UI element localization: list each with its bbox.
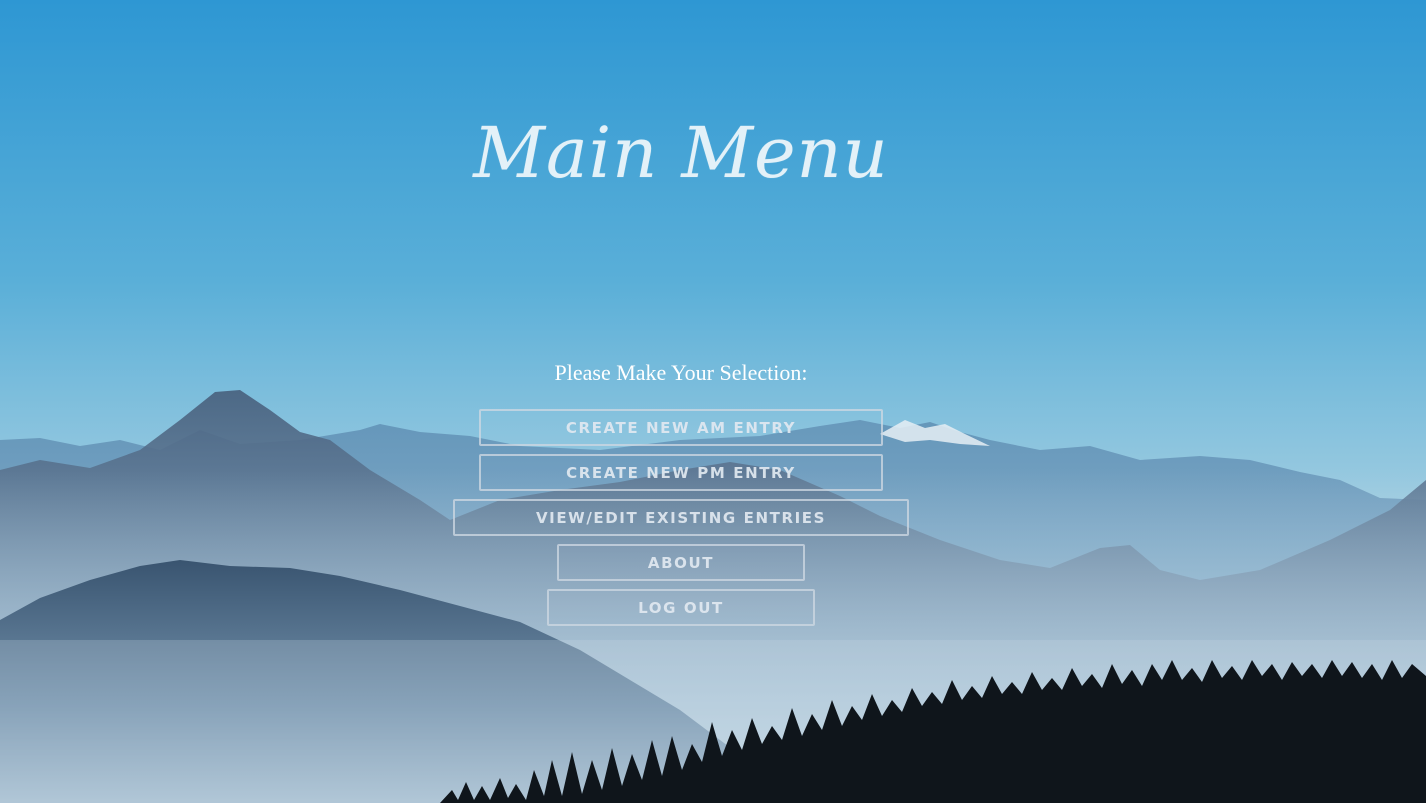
selection-prompt: Please Make Your Selection: <box>554 360 808 385</box>
page-title: Main Menu <box>473 112 889 194</box>
about-button[interactable]: ABOUT <box>557 544 805 581</box>
main-menu-buttons: CREATE NEW AM ENTRY CREATE NEW PM ENTRY … <box>0 409 1362 626</box>
create-pm-entry-button[interactable]: CREATE NEW PM ENTRY <box>479 454 883 491</box>
log-out-button[interactable]: LOG OUT <box>547 589 815 626</box>
create-am-entry-button[interactable]: CREATE NEW AM ENTRY <box>479 409 883 446</box>
main-menu-screen: Main Menu Please Make Your Selection: CR… <box>0 0 1426 803</box>
view-edit-entries-button[interactable]: VIEW/EDIT EXISTING ENTRIES <box>453 499 909 536</box>
